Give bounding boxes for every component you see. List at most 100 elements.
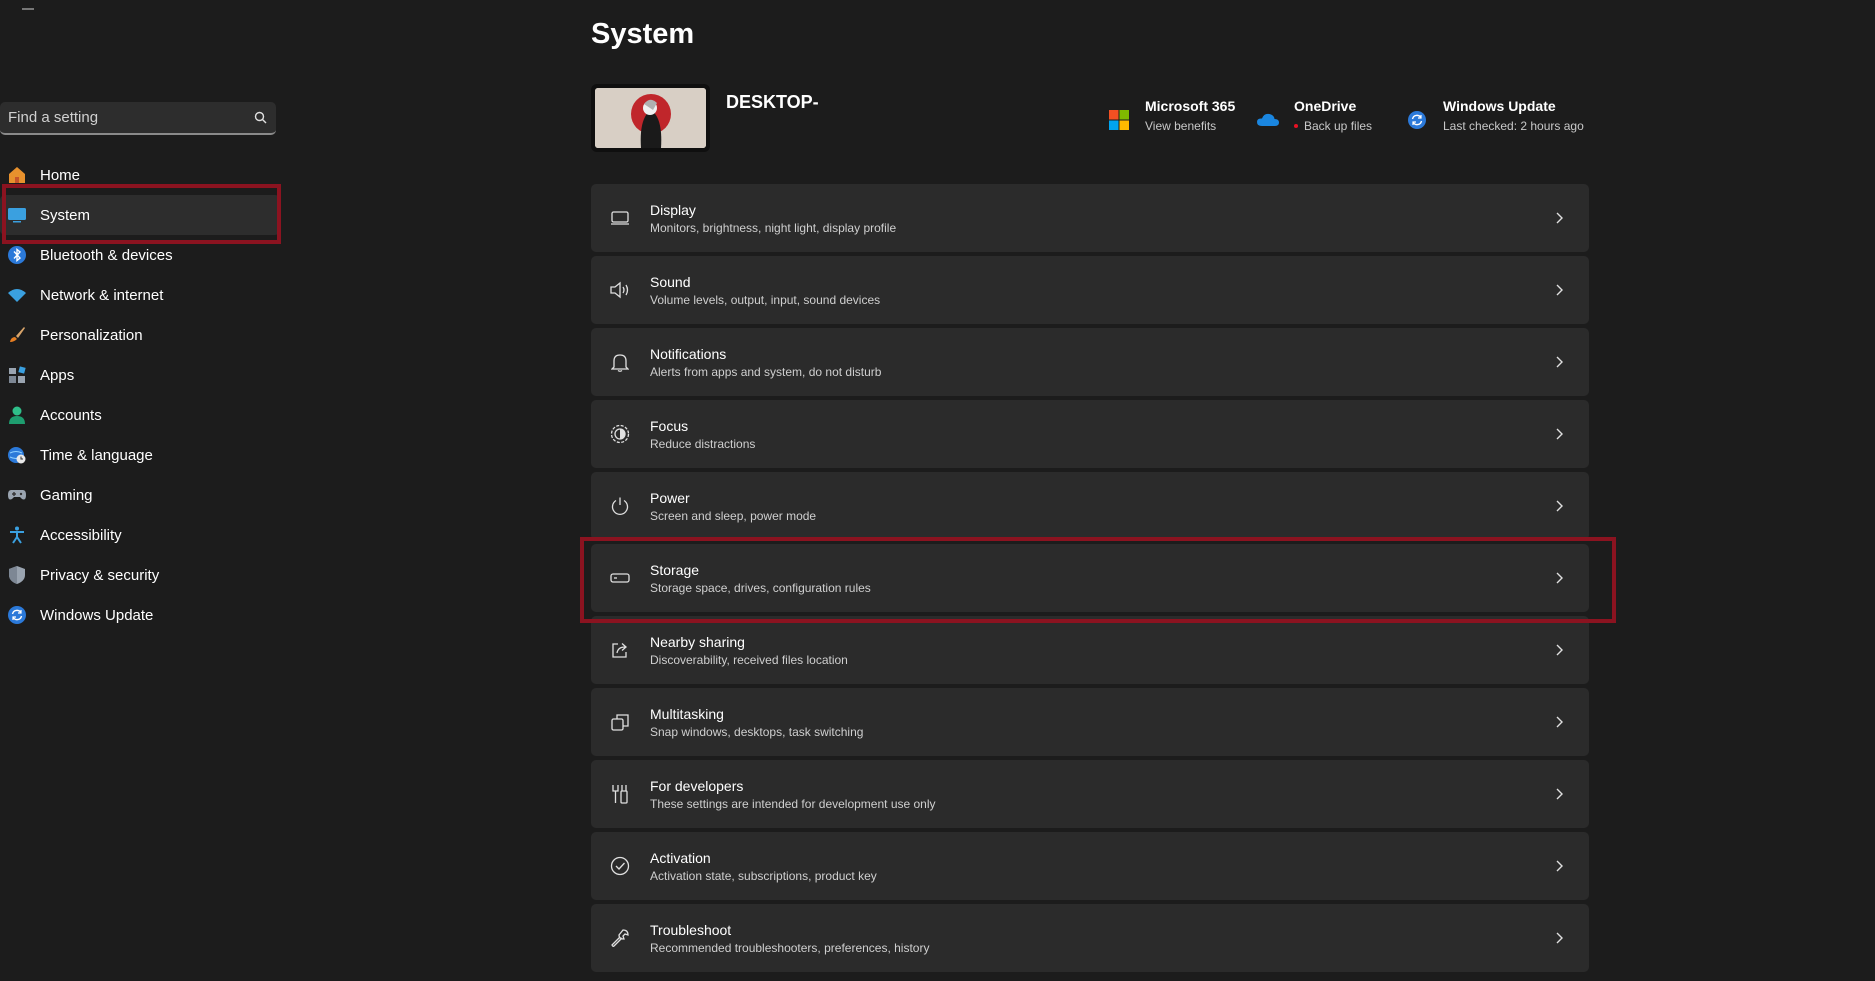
home-icon [6, 164, 28, 186]
card-subtitle: Monitors, brightness, night light, displ… [650, 220, 897, 235]
card-notifications[interactable]: Notifications Alerts from apps and system… [591, 328, 1589, 396]
sidebar: Home System Bluetooth & devices Network … [0, 0, 290, 981]
card-title: Display [650, 201, 696, 218]
card-title: Multitasking [650, 705, 724, 722]
sidebar-item-time-language[interactable]: Time & language [0, 435, 280, 475]
device-wallpaper-thumbnail[interactable] [591, 84, 710, 152]
accessibility-icon [6, 524, 28, 546]
update-icon [1405, 108, 1429, 132]
chevron-right-icon [1549, 424, 1569, 444]
card-title: For developers [650, 777, 744, 794]
sidebar-item-home[interactable]: Home [0, 155, 280, 195]
sidebar-item-gaming[interactable]: Gaming [0, 475, 280, 515]
search-icon[interactable] [252, 110, 268, 126]
card-title: Troubleshoot [650, 921, 732, 938]
chevron-right-icon [1549, 280, 1569, 300]
share-icon [608, 638, 632, 662]
sidebar-item-accounts[interactable]: Accounts [0, 395, 280, 435]
sidebar-item-label: Apps [40, 366, 75, 384]
quick-link-microsoft-365[interactable]: Microsoft 365 View benefits [1107, 98, 1235, 133]
sidebar-item-label: Windows Update [40, 606, 154, 624]
chevron-right-icon [1549, 640, 1569, 660]
speaker-icon [608, 278, 632, 302]
system-icon [6, 204, 28, 226]
card-subtitle: Recommended troubleshooters, preferences… [650, 940, 930, 955]
sidebar-item-label: Privacy & security [40, 566, 160, 584]
chevron-right-icon [1549, 208, 1569, 228]
sidebar-item-label: Personalization [40, 326, 143, 344]
sidebar-item-label: Bluetooth & devices [40, 246, 173, 264]
card-subtitle: Volume levels, output, input, sound devi… [650, 292, 881, 307]
card-subtitle: Storage space, drives, configuration rul… [650, 580, 871, 595]
card-sound[interactable]: Sound Volume levels, output, input, sound… [591, 256, 1589, 324]
sidebar-item-privacy[interactable]: Privacy & security [0, 555, 280, 595]
shield-icon [6, 564, 28, 586]
quick-link-windows-update[interactable]: Windows Update Last checked: 2 hours ago [1405, 98, 1584, 133]
sidebar-item-system[interactable]: System [0, 195, 280, 235]
card-title: Notifications [650, 345, 727, 362]
card-display[interactable]: Display Monitors, brightness, night light… [591, 184, 1589, 252]
sidebar-item-label: Home [40, 166, 81, 184]
card-troubleshoot[interactable]: Troubleshoot Recommended troubleshooters,… [591, 904, 1589, 972]
warning-dot-icon [1294, 124, 1298, 128]
card-title: Power [650, 489, 690, 506]
quick-link-onedrive[interactable]: OneDrive Back up files [1256, 98, 1372, 133]
search-box[interactable] [0, 102, 276, 135]
sidebar-item-label: Network & internet [40, 286, 164, 304]
card-subtitle: Discoverability, received files location [650, 652, 848, 667]
chevron-right-icon [1549, 856, 1569, 876]
quick-link-subtitle-text: Back up files [1304, 119, 1373, 133]
card-focus[interactable]: Focus Reduce distractions [591, 400, 1589, 468]
device-name[interactable]: DESKTOP- [726, 92, 819, 113]
globe-clock-icon [6, 444, 28, 466]
sidebar-item-label: System [40, 206, 91, 224]
sidebar-nav: Home System Bluetooth & devices Network … [0, 155, 280, 635]
brush-icon [6, 324, 28, 346]
sidebar-item-personalization[interactable]: Personalization [0, 315, 280, 355]
chevron-right-icon [1549, 568, 1569, 588]
sidebar-item-windows-update[interactable]: Windows Update [0, 595, 280, 635]
storage-icon [608, 566, 632, 590]
person-icon [6, 404, 28, 426]
card-title: Activation [650, 849, 711, 866]
quick-link-title: Windows Update [1443, 98, 1556, 114]
card-title: Sound [650, 273, 691, 290]
chevron-right-icon [1549, 784, 1569, 804]
chevron-right-icon [1549, 928, 1569, 948]
power-icon [608, 494, 632, 518]
sidebar-item-bluetooth[interactable]: Bluetooth & devices [0, 235, 280, 275]
quick-link-subtitle-text: Last checked: 2 hours ago [1443, 119, 1584, 133]
card-subtitle: Snap windows, desktops, task switching [650, 724, 864, 739]
quick-link-subtitle: Last checked: 2 hours ago [1443, 119, 1584, 133]
wifi-icon [6, 284, 28, 306]
card-power[interactable]: Power Screen and sleep, power mode [591, 472, 1589, 540]
multitask-icon [608, 710, 632, 734]
card-multitasking[interactable]: Multitasking Snap windows, desktops, task… [591, 688, 1589, 756]
sidebar-item-apps[interactable]: Apps [0, 355, 280, 395]
quick-link-title: Microsoft 365 [1145, 98, 1236, 114]
bell-icon [608, 350, 632, 374]
sidebar-item-label: Gaming [40, 486, 93, 504]
sidebar-item-label: Accessibility [40, 526, 122, 544]
sidebar-item-accessibility[interactable]: Accessibility [0, 515, 280, 555]
card-for-developers[interactable]: For developers These settings are intende… [591, 760, 1589, 828]
quick-link-subtitle: View benefits [1145, 119, 1235, 133]
card-storage[interactable]: Storage Storage space, drives, configurat… [591, 544, 1589, 612]
card-subtitle: Reduce distractions [650, 436, 756, 451]
apps-icon [6, 364, 28, 386]
focus-icon [608, 422, 632, 446]
chevron-right-icon [1549, 496, 1569, 516]
card-subtitle: Screen and sleep, power mode [650, 508, 817, 523]
card-subtitle: Activation state, subscriptions, product… [650, 868, 877, 883]
card-title: Nearby sharing [650, 633, 745, 650]
settings-window: Home System Bluetooth & devices Network … [0, 0, 1875, 981]
quick-link-subtitle-text: View benefits [1145, 119, 1217, 133]
card-title: Focus [650, 417, 689, 434]
card-activation[interactable]: Activation Activation state, subscription… [591, 832, 1589, 900]
checkmark-circle-icon [608, 854, 632, 878]
chevron-right-icon [1549, 352, 1569, 372]
sidebar-item-network[interactable]: Network & internet [0, 275, 280, 315]
card-nearby-sharing[interactable]: Nearby sharing Discoverability, received … [591, 616, 1589, 684]
search-input[interactable] [8, 109, 252, 126]
developer-tools-icon [608, 782, 632, 806]
